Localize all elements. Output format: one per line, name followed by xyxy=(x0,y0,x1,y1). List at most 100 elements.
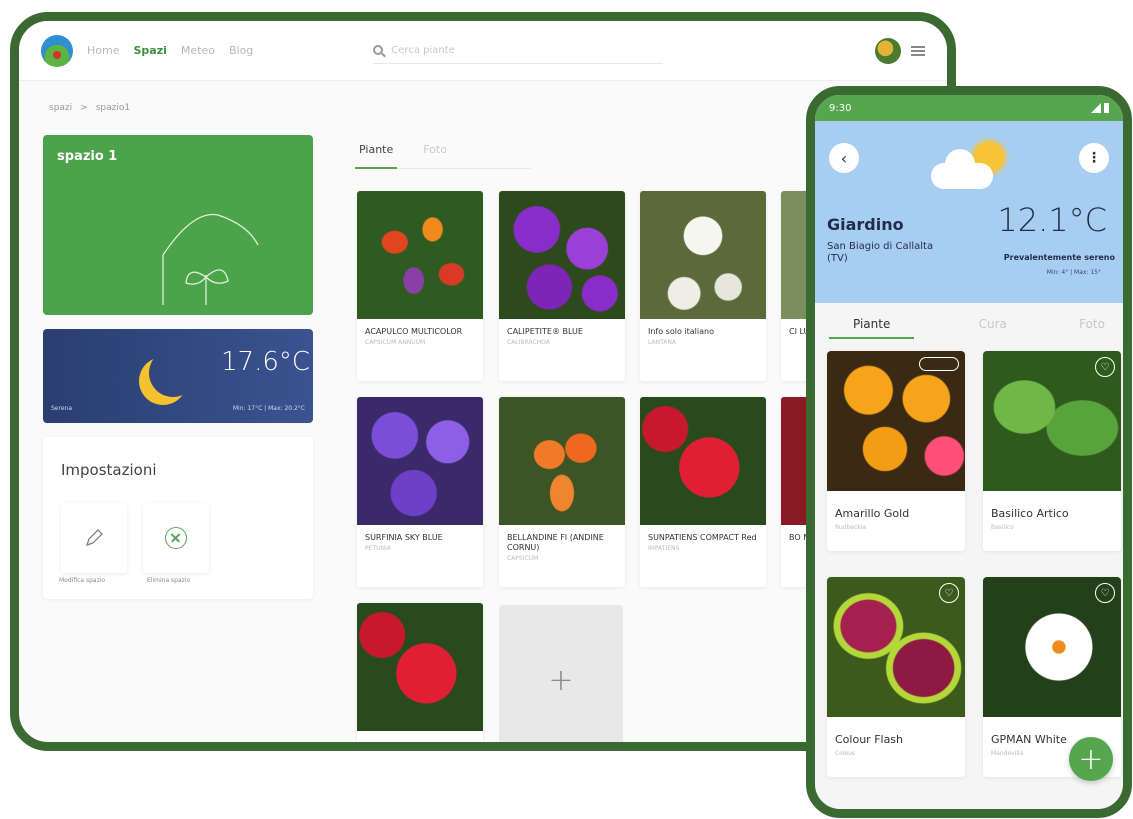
content-tabs: Piante Foto xyxy=(355,143,531,169)
signal-icon xyxy=(1079,103,1109,113)
delete-space-label: Elimina spazio xyxy=(147,577,191,584)
plant-card[interactable]: ACAPULCO MULTICOLOR CAPSICUM ANNUUM xyxy=(357,191,483,381)
plant-image xyxy=(499,397,625,525)
settings-title: Impostazioni xyxy=(61,461,157,479)
search-placeholder: Cerca piante xyxy=(391,44,455,56)
mockup-stage: Home Spazi Meteo Blog Cerca piante spazi… xyxy=(0,0,1133,819)
sprout-icon xyxy=(162,213,259,305)
tab-piante[interactable]: Piante xyxy=(355,143,398,169)
plant-image xyxy=(827,351,965,491)
weather-temperature: 17.6°C xyxy=(221,347,311,377)
plant-card[interactable]: ♡ Colour Flash Coleus xyxy=(827,577,965,777)
partly-sunny-icon xyxy=(931,139,1011,199)
plant-card[interactable]: BELLANDINE FI (ANDINE CORNU) CAPSICUM xyxy=(499,397,625,587)
plant-sci: IMPATIENS xyxy=(648,545,680,552)
space-card[interactable]: spazio 1 xyxy=(43,135,313,315)
weather-card: 17.6°C Serena Min: 17°C | Max: 20.2°C xyxy=(43,329,313,423)
plant-image: ♡ xyxy=(983,577,1121,717)
plant-sci: Coleus xyxy=(835,750,856,757)
plant-name: BELLANDINE FI (ANDINE CORNU) xyxy=(507,533,604,552)
plant-name: Amarillo Gold xyxy=(835,507,910,520)
search-input[interactable]: Cerca piante xyxy=(373,38,664,64)
status-bar: 9:30 xyxy=(815,95,1123,121)
nav-links: Home Spazi Meteo Blog xyxy=(87,44,253,57)
plant-image: ♡ xyxy=(983,351,1121,491)
chevron-left-icon: ‹ xyxy=(840,148,848,168)
close-circle-icon xyxy=(165,527,187,549)
plant-sci: Basilico xyxy=(991,524,1014,531)
nav-link-blog[interactable]: Blog xyxy=(229,44,253,57)
weather-minmax: Min: 17°C | Max: 20.2°C xyxy=(232,405,305,412)
delete-space-button[interactable] xyxy=(143,503,209,573)
top-navbar: Home Spazi Meteo Blog Cerca piante xyxy=(19,21,947,81)
edit-space-label: Modifica spazio xyxy=(59,577,106,584)
plant-card[interactable]: CALIPETITE® BLUE CALIBRACHOA xyxy=(499,191,625,381)
nav-link-meteo[interactable]: Meteo xyxy=(181,44,215,57)
heart-icon[interactable]: ♡ xyxy=(1095,583,1115,603)
phone-device: 9:30 ‹ ⋮ Giardino San Biagio di Callalta… xyxy=(806,86,1132,818)
edit-space-button[interactable] xyxy=(61,503,127,573)
plant-name: Colour Flash xyxy=(835,733,904,746)
breadcrumb: spazi > spazio1 xyxy=(49,103,130,113)
tab-piante[interactable]: Piante xyxy=(829,313,915,339)
plant-name: Info solo italiano xyxy=(648,327,714,336)
tab-foto[interactable]: Foto xyxy=(1071,313,1113,339)
plant-card[interactable]: Info solo italiano LANTANA xyxy=(640,191,766,381)
nav-link-spazi[interactable]: Spazi xyxy=(133,44,166,57)
avatar[interactable] xyxy=(875,37,901,64)
search-icon xyxy=(373,45,384,55)
menu-icon[interactable] xyxy=(911,45,925,56)
plant-sci: Rudbeckia xyxy=(835,524,867,531)
options-badge[interactable] xyxy=(919,357,959,371)
add-plant-button[interactable]: + xyxy=(499,605,623,742)
plant-sci: CAPSICUM xyxy=(507,555,539,562)
plant-name: SURFINIA SKY BLUE xyxy=(365,533,443,542)
app-logo[interactable] xyxy=(41,34,73,67)
plant-card[interactable]: SURFINIA SKY BLUE PETUNIA xyxy=(357,397,483,587)
heart-icon[interactable]: ♡ xyxy=(939,583,959,603)
breadcrumb-separator: > xyxy=(80,103,88,113)
plant-sci: CALIBRACHOA xyxy=(507,339,550,346)
plant-image xyxy=(640,397,766,525)
plant-name: Basilico Artico xyxy=(991,507,1069,520)
plant-sci: CAPSICUM ANNUUM xyxy=(365,339,426,346)
weather-condition: Prevalentemente sereno xyxy=(1003,253,1115,262)
breadcrumb-current: spazio1 xyxy=(95,103,131,113)
heart-icon[interactable]: ♡ xyxy=(1095,357,1115,377)
more-button[interactable]: ⋮ xyxy=(1079,143,1109,173)
plant-image xyxy=(640,191,766,319)
tab-foto[interactable]: Foto xyxy=(419,143,451,168)
plant-sci: PETUNIA xyxy=(365,545,391,552)
back-button[interactable]: ‹ xyxy=(829,143,859,173)
plant-name xyxy=(357,731,483,739)
phone-minmax: Min: 4° | Max: 15° xyxy=(1046,269,1101,276)
plant-card[interactable]: Amarillo Gold Rudbeckia xyxy=(827,351,965,551)
plant-sci: LANTANA xyxy=(648,339,676,346)
more-vertical-icon: ⋮ xyxy=(1087,150,1101,166)
plant-card[interactable] xyxy=(357,603,483,742)
plant-image: ♡ xyxy=(827,577,965,717)
plant-name: SUNPATIENS COMPACT Red xyxy=(648,533,757,542)
place-name: Giardino xyxy=(827,215,904,234)
plant-card[interactable]: ♡ Basilico Artico Basilico xyxy=(983,351,1121,551)
pencil-icon xyxy=(86,529,103,546)
plant-image xyxy=(357,397,483,525)
status-time: 9:30 xyxy=(829,102,852,114)
add-plant-fab[interactable]: + xyxy=(1069,737,1113,781)
plant-name: ACAPULCO MULTICOLOR xyxy=(365,327,463,336)
weather-label: Serena xyxy=(51,405,73,412)
space-title: spazio 1 xyxy=(57,149,118,164)
settings-card: Impostazioni Modifica spazio Elimina spa… xyxy=(43,437,313,599)
moon-icon xyxy=(149,349,197,397)
plant-card[interactable]: SUNPATIENS COMPACT Red IMPATIENS xyxy=(640,397,766,587)
phone-temperature: 12.1°C xyxy=(997,201,1107,239)
place-location: San Biagio di Callalta (TV) xyxy=(827,241,934,264)
plant-name: CALIPETITE® BLUE xyxy=(507,327,583,336)
tab-cura[interactable]: Cura xyxy=(971,313,1015,339)
breadcrumb-root[interactable]: spazi xyxy=(49,103,72,113)
plant-image xyxy=(499,191,625,319)
nav-link-home[interactable]: Home xyxy=(87,44,119,57)
phone-tabs: Piante Cura Foto xyxy=(829,313,1113,339)
plant-image xyxy=(357,191,483,319)
plant-image xyxy=(357,603,483,731)
